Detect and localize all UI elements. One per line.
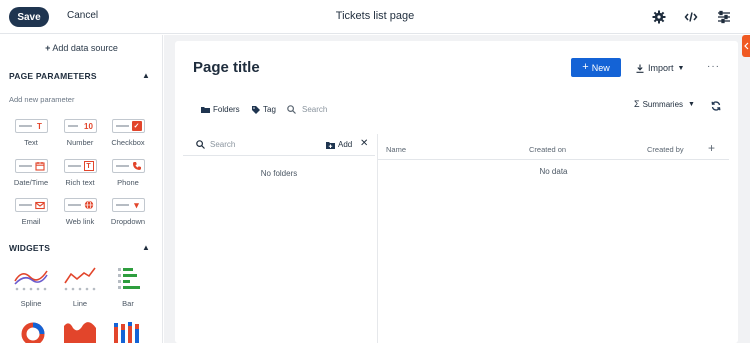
add-data-source-button[interactable]: + Add data source: [0, 43, 162, 53]
panel-divider: [377, 134, 378, 343]
chevron-up-icon[interactable]: ▲: [142, 243, 150, 252]
column-header-created-by[interactable]: Created by: [647, 145, 684, 154]
param-rich-text[interactable]: T Rich text: [58, 159, 102, 187]
refresh-icon[interactable]: [711, 98, 721, 116]
line-chart-icon: [64, 267, 96, 291]
widget-line-label: Line: [72, 299, 88, 308]
import-label: Import: [648, 63, 674, 73]
add-data-source-label: Add data source: [52, 43, 118, 53]
phone-icon: [132, 161, 142, 171]
folder-plus-icon: [326, 141, 335, 149]
chevron-left-icon: [743, 42, 748, 50]
add-folder-label: Add: [338, 140, 353, 149]
code-icon[interactable]: [683, 9, 699, 25]
plus-icon: +: [582, 61, 589, 73]
column-header-name[interactable]: Name: [386, 145, 406, 154]
folders-filter-label: Folders: [213, 105, 240, 114]
sigma-icon: Σ: [634, 99, 640, 109]
more-options-button[interactable]: ···: [707, 61, 720, 72]
param-email[interactable]: Email: [9, 198, 53, 226]
add-new-parameter-label: Add new parameter: [9, 95, 75, 104]
chevron-up-icon[interactable]: ▲: [142, 71, 150, 80]
area-chart-icon[interactable]: [63, 320, 97, 343]
param-text[interactable]: T Text: [9, 119, 53, 147]
widget-spline-label: Spline: [20, 299, 42, 308]
table-header: Name Created on Created by +: [378, 138, 729, 160]
param-date-time[interactable]: Date/Time: [9, 159, 53, 187]
donut-chart-icon[interactable]: [20, 321, 46, 343]
tag-filter-label: Tag: [263, 105, 276, 114]
stacked-bar-icon[interactable]: [113, 321, 145, 343]
widget-bar[interactable]: Bar: [106, 265, 150, 308]
widget-bar-label: Bar: [122, 299, 134, 308]
summaries-dropdown[interactable]: Σ Summaries ▼: [634, 99, 695, 109]
caret-down-icon: ▼: [677, 64, 685, 72]
widget-line[interactable]: Line: [58, 265, 102, 308]
search-filter[interactable]: Search: [287, 105, 327, 114]
rich-text-icon: T: [83, 161, 94, 171]
no-data-message: No data: [539, 167, 568, 176]
import-button[interactable]: Import ▼: [636, 63, 684, 73]
envelope-icon: [34, 200, 45, 210]
param-phone[interactable]: Phone: [106, 159, 150, 187]
param-number[interactable]: 10 Number: [58, 119, 102, 147]
folder-search-placeholder: Search: [210, 140, 236, 149]
close-icon[interactable]: ✕: [360, 138, 368, 149]
page-parameters-heading: PAGE PARAMETERS: [9, 71, 97, 81]
collapse-panel-tab[interactable]: [742, 35, 750, 57]
widgets-heading: WIDGETS: [9, 243, 51, 253]
settings-gear-icon[interactable]: [651, 9, 667, 25]
param-web-link[interactable]: Web link: [58, 198, 102, 226]
summaries-label: Summaries: [642, 99, 684, 109]
folders-filter[interactable]: Folders: [201, 105, 240, 114]
tag-filter[interactable]: Tag: [252, 105, 276, 114]
add-folder-button[interactable]: Add: [326, 140, 352, 149]
search-icon: [196, 140, 205, 149]
tag-icon: [252, 105, 260, 114]
bar-chart-icon: [118, 268, 140, 289]
param-checkbox[interactable]: ✓ Checkbox: [106, 119, 150, 147]
add-column-plus-icon[interactable]: +: [708, 141, 715, 155]
plus-icon: +: [45, 43, 51, 53]
sliders-icon[interactable]: [716, 9, 732, 25]
left-panel: + Add data source PAGE PARAMETERS ▲ Add …: [0, 35, 163, 343]
search-icon: [287, 105, 296, 114]
widget-spline[interactable]: Spline: [9, 265, 53, 308]
calendar-icon: [34, 161, 45, 171]
folder-icon: [201, 107, 210, 113]
no-folders-message: No folders: [260, 169, 298, 178]
page-title[interactable]: Page title: [193, 59, 260, 76]
new-button[interactable]: + New: [571, 58, 621, 77]
top-toolbar: Save Cancel Tickets list page: [0, 0, 750, 34]
new-button-label: New: [591, 62, 610, 73]
page-name-title: Tickets list page: [335, 10, 415, 22]
number-icon: 10: [84, 121, 93, 131]
caret-down-icon: ▼: [688, 100, 695, 108]
page-card: [175, 41, 738, 343]
download-icon: [636, 64, 644, 73]
spline-chart-icon: [14, 270, 48, 291]
checkbox-icon: ✓: [131, 121, 142, 131]
column-header-created-on[interactable]: Created on: [529, 145, 566, 154]
text-icon: T: [37, 121, 42, 131]
globe-icon: [84, 200, 94, 210]
dropdown-caret-icon: ▾: [134, 199, 139, 210]
search-filter-placeholder: Search: [302, 105, 328, 114]
param-dropdown[interactable]: ▾ Dropdown: [106, 198, 150, 226]
